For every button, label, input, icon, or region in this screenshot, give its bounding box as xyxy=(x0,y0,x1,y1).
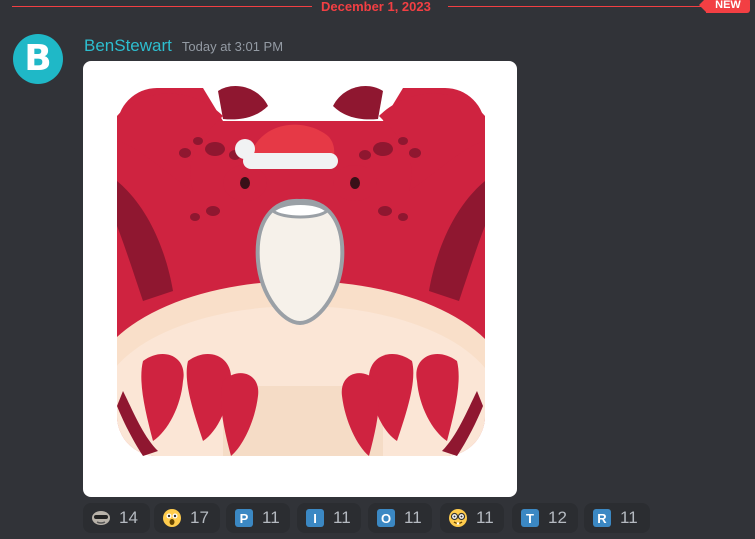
reaction-count: 11 xyxy=(333,508,351,527)
shocked-face-icon xyxy=(162,508,182,528)
image-attachment[interactable] xyxy=(83,61,517,497)
letter-r: R xyxy=(593,509,611,527)
timestamp[interactable]: Today at 3:01 PM xyxy=(182,39,283,54)
letter-o: O xyxy=(377,509,395,527)
date-divider: December 1, 2023 NEW xyxy=(0,0,755,14)
letter-i: I xyxy=(306,509,324,527)
avatar-letter: B xyxy=(24,38,52,79)
face-with-sunglasses-icon xyxy=(91,508,111,528)
divider-date: December 1, 2023 xyxy=(321,0,431,14)
reaction-count: 11 xyxy=(404,508,422,527)
username[interactable]: BenStewart xyxy=(84,36,172,56)
divider-line-right xyxy=(448,6,710,7)
new-messages-badge[interactable]: NEW xyxy=(699,0,750,13)
reaction-count: 11 xyxy=(262,508,280,527)
divider-line-left xyxy=(12,6,312,7)
reaction-count: 12 xyxy=(548,508,567,527)
reaction-nerd[interactable]: 11 xyxy=(440,503,504,533)
reaction-count: 14 xyxy=(119,508,138,527)
reaction-letter-i[interactable]: I 11 xyxy=(297,503,361,533)
reaction-letter-p[interactable]: P 11 xyxy=(226,503,290,533)
reaction-letter-t[interactable]: T 12 xyxy=(512,503,578,533)
chat-message-view: December 1, 2023 NEW B BenStewart Today … xyxy=(0,0,755,539)
regional-indicator-t-icon: T xyxy=(520,508,540,528)
reaction-letter-o[interactable]: O 11 xyxy=(368,503,432,533)
nerd-face-icon xyxy=(448,508,468,528)
reaction-sunglasses[interactable]: 14 xyxy=(83,503,150,533)
regional-indicator-r-icon: R xyxy=(592,508,612,528)
reaction-count: 17 xyxy=(190,508,209,527)
reaction-count: 11 xyxy=(620,508,638,527)
reaction-letter-r[interactable]: R 11 xyxy=(584,503,650,533)
letter-p: P xyxy=(235,509,253,527)
letter-t: T xyxy=(521,509,539,527)
regional-indicator-o-icon: O xyxy=(376,508,396,528)
santa-crab-emoji-icon xyxy=(117,86,485,456)
avatar[interactable]: B xyxy=(13,34,63,84)
message-header: BenStewart Today at 3:01 PM xyxy=(84,36,283,56)
regional-indicator-i-icon: I xyxy=(305,508,325,528)
regional-indicator-p-icon: P xyxy=(234,508,254,528)
reaction-shocked[interactable]: 17 xyxy=(154,503,220,533)
reaction-count: 11 xyxy=(476,508,494,527)
